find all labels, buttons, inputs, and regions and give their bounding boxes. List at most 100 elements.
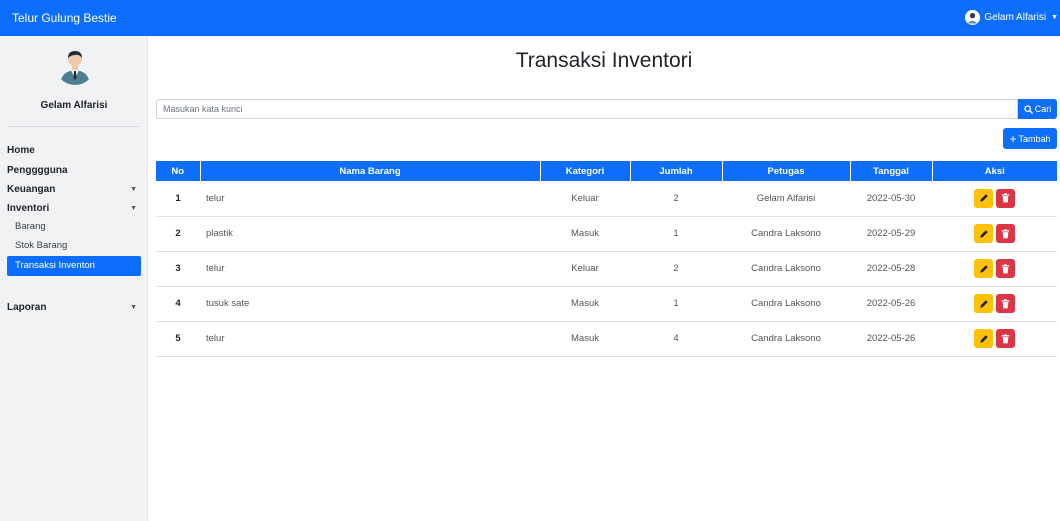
search-button-label: Cari (1034, 104, 1052, 114)
sidebar-item-keuangan[interactable]: Keuangan ▼ (7, 181, 141, 199)
cell-petugas: Candra Laksono (722, 286, 850, 322)
cell-tanggal: 2022-05-29 (850, 216, 932, 252)
cell-nama-barang: tusuk sate (200, 286, 540, 322)
delete-button[interactable] (996, 224, 1015, 243)
edit-button[interactable] (974, 259, 993, 278)
cell-tanggal: 2022-05-26 (850, 321, 932, 357)
sidebar-subitem-stok-barang[interactable]: Stok Barang (7, 236, 141, 256)
table-row: 1 telur Keluar 2 Gelam Alfarisi 2022-05-… (156, 181, 1057, 217)
sidebar-item-pengguna[interactable]: Pengggguna (7, 162, 141, 180)
user-menu-toggle[interactable]: Gelam Alfarisi ▼ (965, 10, 1058, 25)
cell-tanggal: 2022-05-28 (850, 251, 932, 287)
delete-button[interactable] (996, 294, 1015, 313)
cell-no: 1 (156, 181, 200, 217)
cell-nama-barang: telur (200, 321, 540, 357)
cell-no: 4 (156, 286, 200, 322)
transactions-table: No Nama Barang Kategori Jumlah Petugas T… (156, 161, 1057, 357)
column-header-nama-barang[interactable]: Nama Barang (200, 161, 541, 181)
edit-button[interactable] (974, 188, 993, 208)
pencil-icon (979, 299, 988, 308)
cell-kategori: Masuk (540, 216, 630, 252)
table-header-row: No Nama Barang Kategori Jumlah Petugas T… (156, 161, 1057, 181)
sidebar-item-label: Pengggguna (7, 165, 68, 176)
sidebar: Gelam Alfarisi Home Pengggguna Keuangan … (0, 36, 148, 521)
sidebar-item-label: Inventori (7, 203, 50, 214)
caret-down-icon: ▼ (130, 186, 137, 193)
page-title: Transaksi Inventori (515, 49, 693, 72)
cell-jumlah: 1 (630, 286, 722, 322)
sidebar-item-label: Laporan (7, 302, 47, 313)
sidebar-item-home[interactable]: Home (7, 142, 141, 160)
caret-down-icon: ▼ (130, 304, 137, 311)
caret-down-icon: ▼ (130, 205, 137, 212)
pencil-icon (979, 264, 988, 273)
delete-button[interactable] (996, 329, 1015, 348)
cell-kategori: Keluar (540, 181, 630, 217)
profile-name: Gelam Alfarisi (40, 100, 108, 111)
edit-button[interactable] (974, 294, 993, 313)
search-input[interactable] (156, 99, 1018, 119)
cell-petugas: Candra Laksono (722, 251, 850, 287)
sidebar-item-label: Keuangan (7, 184, 56, 195)
cell-kategori: Masuk (540, 321, 630, 357)
cell-kategori: Masuk (540, 286, 630, 322)
trash-icon (1001, 228, 1010, 238)
search-button[interactable]: Cari (1018, 99, 1057, 119)
sidebar-divider (8, 126, 139, 127)
trash-icon (1001, 263, 1010, 273)
top-navbar: Telur Gulung Bestie Gelam Alfarisi ▼ (0, 0, 1060, 36)
cell-aksi (932, 286, 1057, 322)
cell-aksi (932, 181, 1057, 217)
sidebar-subitem-label: Transaksi Inventori (15, 260, 95, 271)
cell-no: 5 (156, 321, 200, 357)
column-header-tanggal[interactable]: Tanggal (850, 161, 933, 181)
brand-link[interactable]: Telur Gulung Bestie (12, 11, 117, 25)
cell-petugas: Gelam Alfarisi (722, 181, 850, 217)
user-avatar-icon (55, 45, 95, 85)
column-header-aksi: Aksi (932, 161, 1057, 181)
column-header-kategori[interactable]: Kategori (540, 161, 631, 181)
cell-jumlah: 1 (630, 216, 722, 252)
delete-button[interactable] (996, 188, 1015, 208)
user-avatar-icon (965, 10, 981, 25)
table-row: 2 plastik Masuk 1 Candra Laksono 2022-05… (156, 216, 1057, 252)
cell-aksi (932, 251, 1057, 287)
sidebar-item-label: Home (7, 145, 35, 156)
sidebar-subitem-label: Barang (15, 221, 46, 232)
pencil-icon (979, 194, 988, 202)
cell-aksi (932, 321, 1057, 357)
sidebar-subitem-barang[interactable]: Barang (7, 217, 141, 237)
sidebar-subitem-label: Stok Barang (15, 240, 68, 251)
cell-no: 2 (156, 216, 200, 252)
cell-nama-barang: telur (200, 181, 540, 217)
sidebar-subitem-transaksi-inventori[interactable]: Transaksi Inventori (7, 256, 141, 276)
trash-icon (1001, 298, 1010, 308)
cell-nama-barang: telur (200, 251, 540, 287)
table-row: 3 telur Keluar 2 Candra Laksono 2022-05-… (156, 251, 1057, 287)
table-row: 5 telur Masuk 4 Candra Laksono 2022-05-2… (156, 321, 1057, 357)
sidebar-item-laporan[interactable]: Laporan ▼ (7, 299, 141, 317)
profile-avatar (55, 45, 95, 85)
cell-tanggal: 2022-05-30 (850, 181, 932, 217)
cell-no: 3 (156, 251, 200, 287)
cell-aksi (932, 216, 1057, 252)
trash-icon (1001, 193, 1010, 203)
plus-icon: + (1009, 131, 1017, 146)
cell-petugas: Candra Laksono (722, 216, 850, 252)
cell-nama-barang: plastik (200, 216, 540, 252)
cell-jumlah: 2 (630, 181, 722, 217)
cell-kategori: Keluar (540, 251, 630, 287)
table-row: 4 tusuk sate Masuk 1 Candra Laksono 2022… (156, 286, 1057, 322)
column-header-jumlah[interactable]: Jumlah (630, 161, 723, 181)
edit-button[interactable] (974, 329, 993, 348)
delete-button[interactable] (996, 259, 1015, 278)
cell-petugas: Candra Laksono (722, 321, 850, 357)
add-transaction-button[interactable]: + Tambah (1003, 128, 1057, 149)
cell-jumlah: 2 (630, 251, 722, 287)
column-header-petugas[interactable]: Petugas (722, 161, 851, 181)
edit-button[interactable] (974, 224, 993, 243)
user-menu-name: Gelam Alfarisi (984, 12, 1047, 23)
cell-jumlah: 4 (630, 321, 722, 357)
column-header-no[interactable]: No (156, 161, 201, 181)
sidebar-item-inventori[interactable]: Inventori ▼ (7, 200, 141, 218)
